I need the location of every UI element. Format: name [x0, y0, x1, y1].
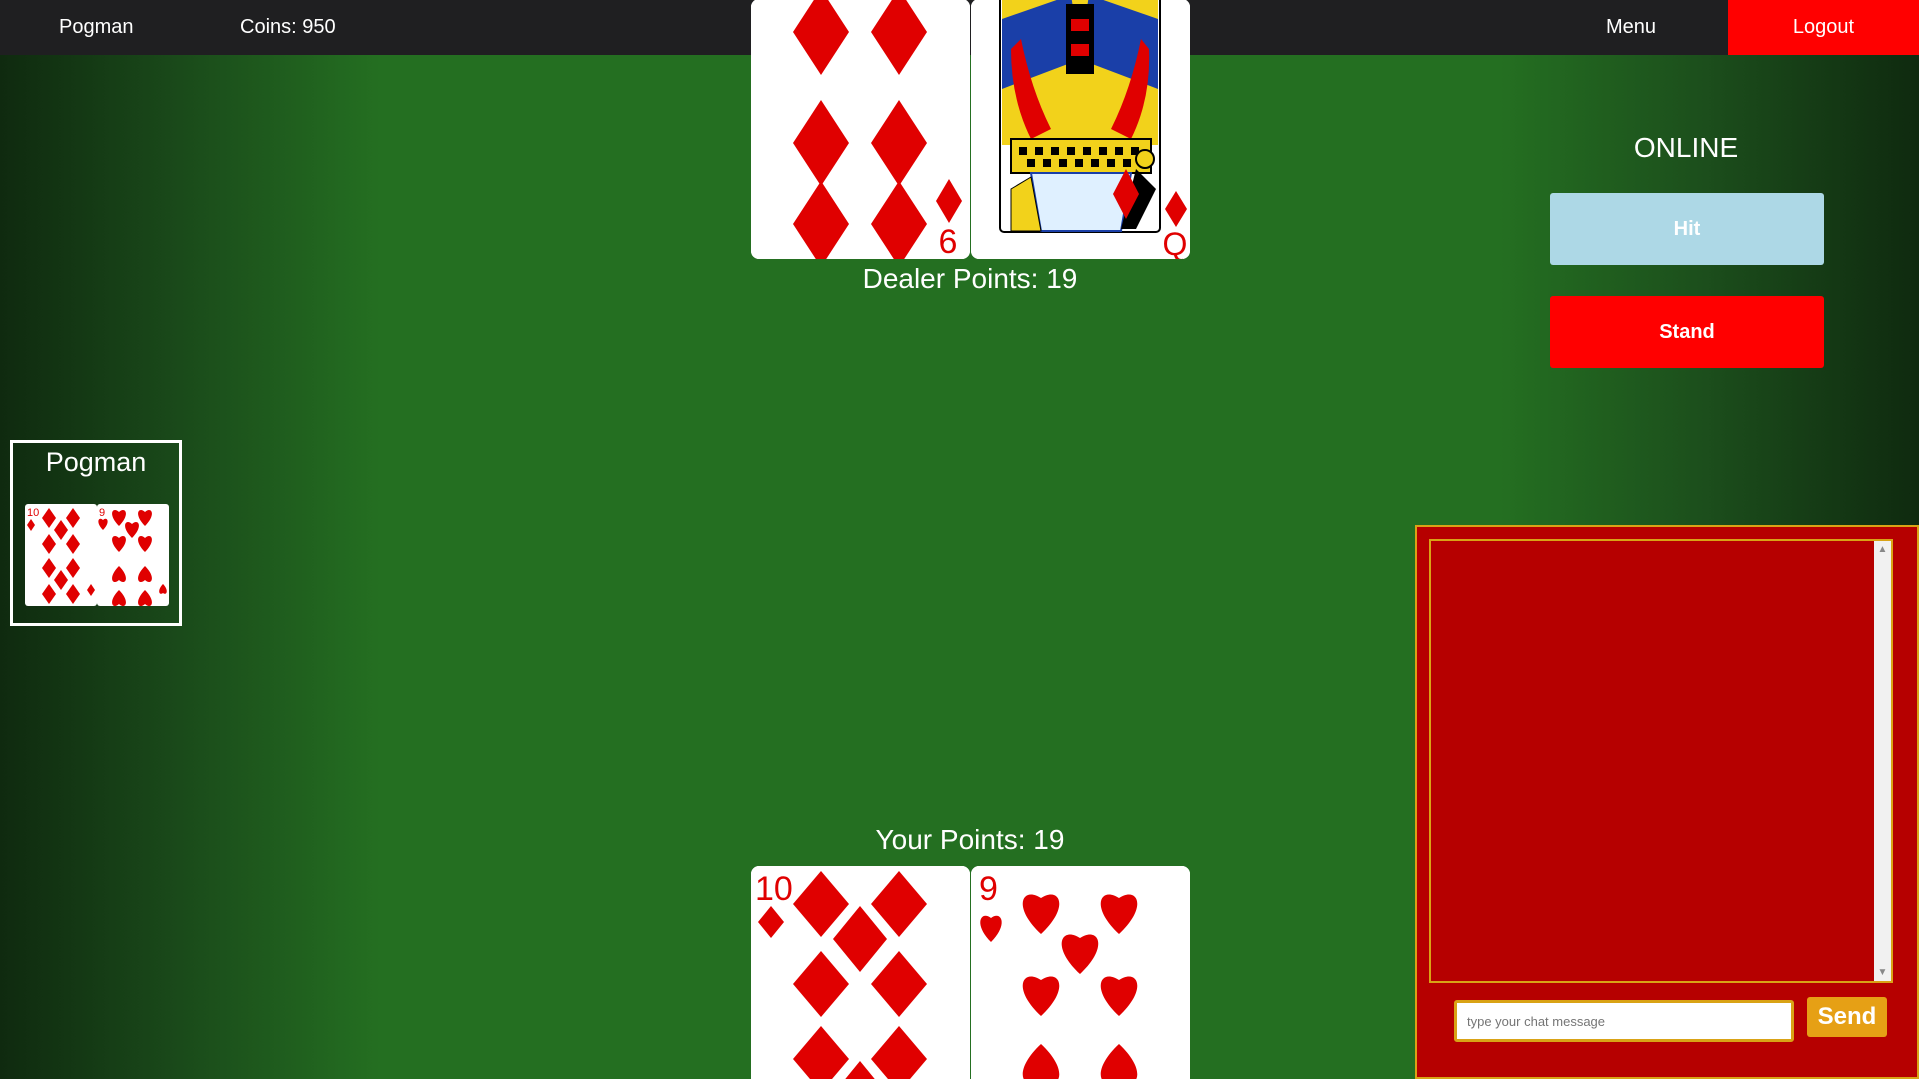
chat-log[interactable]: ▲ ▼ — [1429, 539, 1893, 983]
ten-of-diamonds-card-face: 10 — [751, 866, 970, 1079]
card-rank-corner: 10 — [755, 870, 793, 908]
your-points: Your Points: 19 — [875, 824, 1065, 855]
player-card-ten-diamonds: 10 — [751, 866, 970, 1079]
six-of-diamonds-card-face: 6 — [751, 0, 970, 259]
hit-button[interactable]: Hit — [1550, 193, 1824, 265]
nav-coins: Coins: 950 — [240, 16, 336, 38]
connection-status: ONLINE — [1633, 132, 1739, 163]
mini-card-rank: 10 — [27, 507, 39, 519]
nine-of-hearts-card-face: 9 — [971, 866, 1190, 1079]
nav-username[interactable]: Pogman — [59, 0, 134, 55]
logout-button[interactable]: Logout — [1728, 0, 1919, 55]
chat-scrollbar[interactable]: ▲ ▼ — [1874, 541, 1891, 981]
menu-link[interactable]: Menu — [1606, 0, 1656, 55]
stand-button[interactable]: Stand — [1550, 296, 1824, 368]
seat-player-name: Pogman — [45, 447, 147, 477]
send-button[interactable]: Send — [1807, 997, 1887, 1037]
card-rank-corner: Q — [1163, 226, 1188, 259]
seat-card-nine-hearts: 9 — [97, 504, 169, 606]
dealer-card-six-diamonds: 6 — [751, 0, 970, 259]
dealer-points: Dealer Points: 19 — [862, 263, 1078, 294]
queen-of-diamonds-card-face: Q — [971, 0, 1190, 259]
mini-card-rank: 9 — [99, 507, 105, 519]
chat-message-input[interactable] — [1454, 1000, 1794, 1042]
scroll-down-arrow-icon[interactable]: ▼ — [1874, 964, 1891, 981]
dealer-card-queen-diamonds: Q — [971, 0, 1190, 259]
nine-of-hearts-mini: 9 — [98, 507, 167, 606]
ten-of-diamonds-mini: 10 — [27, 507, 95, 604]
chat-panel: ▲ ▼ Send — [1415, 525, 1919, 1079]
player-seat: Pogman 10 9 — [10, 440, 182, 626]
card-rank-corner: 9 — [979, 870, 998, 908]
player-card-nine-hearts: 9 — [971, 866, 1190, 1079]
seat-card-ten-diamonds: 10 — [25, 504, 97, 606]
scroll-up-arrow-icon[interactable]: ▲ — [1874, 541, 1891, 558]
card-rank-corner: 6 — [939, 223, 958, 259]
